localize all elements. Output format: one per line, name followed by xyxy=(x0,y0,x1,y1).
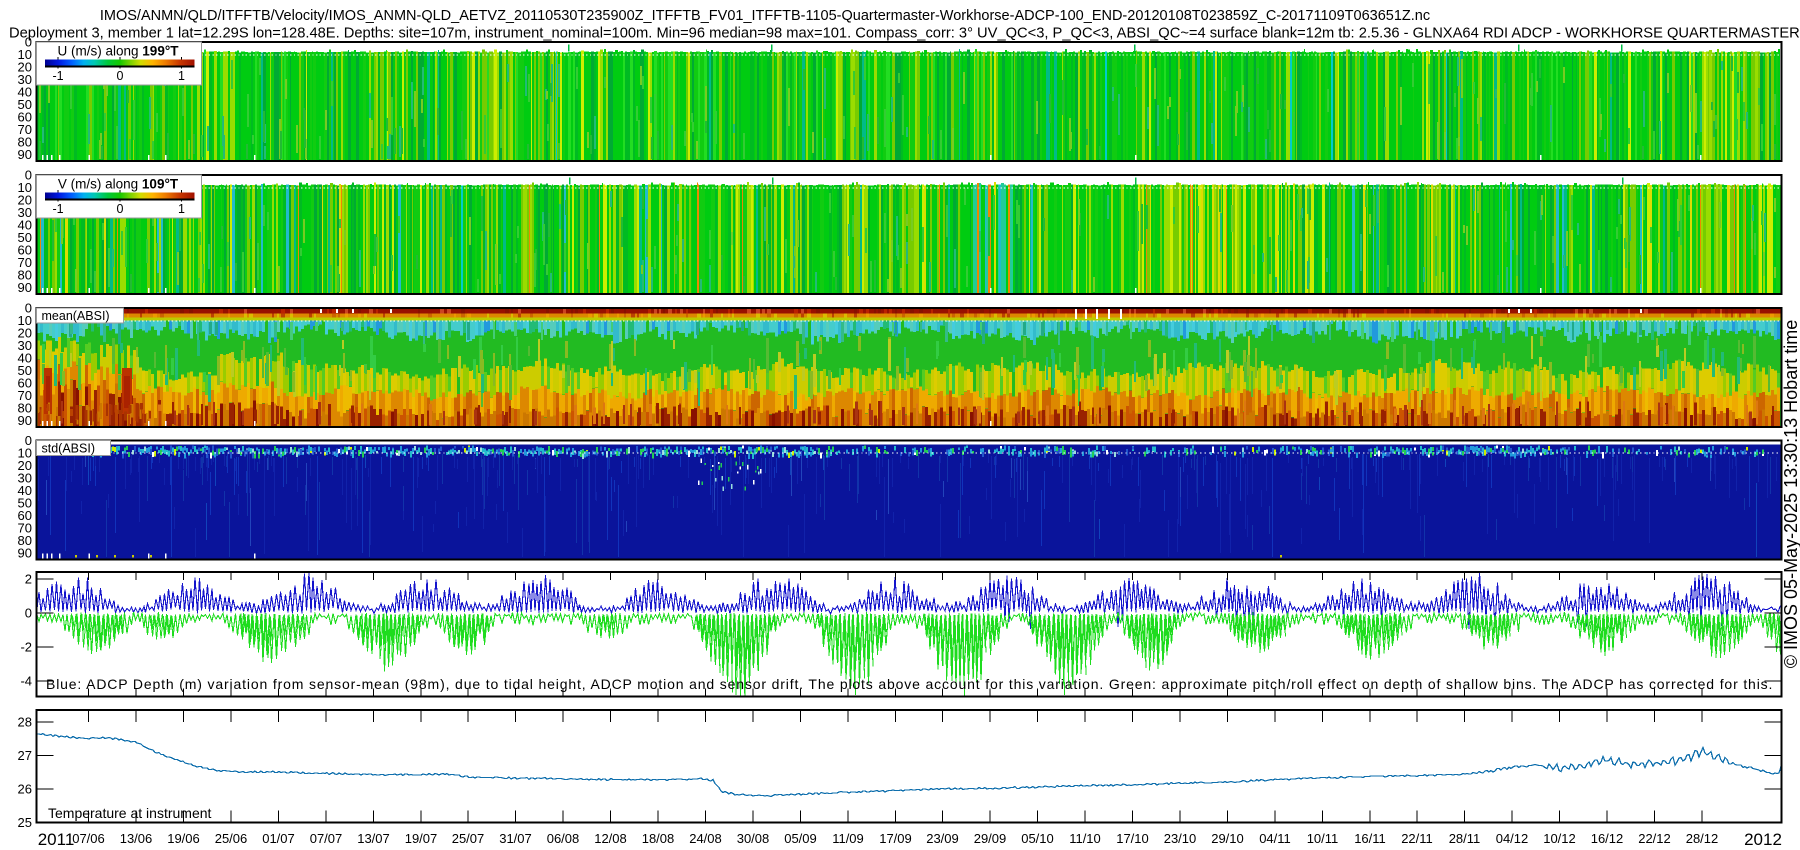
svg-text:IMOS/ANMN/QLD/ITFFTB/Velocity/: IMOS/ANMN/QLD/ITFFTB/Velocity/IMOS_ANMN-… xyxy=(100,8,1430,24)
svg-text:Deployment 3, member 1 lat=12.: Deployment 3, member 1 lat=12.29S lon=12… xyxy=(9,26,1800,42)
